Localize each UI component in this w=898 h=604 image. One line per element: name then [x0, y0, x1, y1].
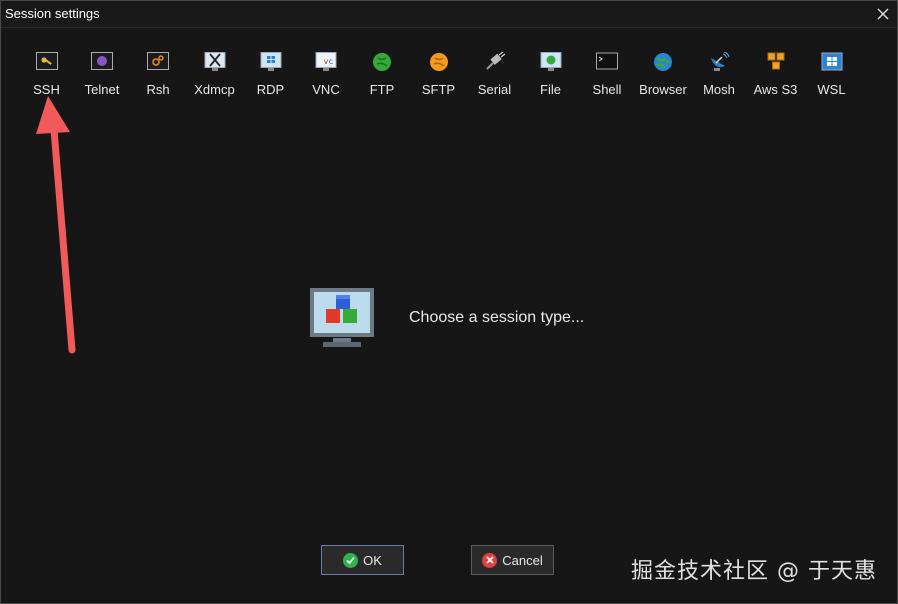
session-type-file[interactable]: File	[522, 51, 579, 101]
telnet-icon	[91, 52, 113, 72]
satellite-dish-icon	[708, 52, 730, 72]
session-type-telnet[interactable]: Telnet	[74, 51, 130, 101]
cancel-label: Cancel	[502, 552, 543, 568]
browser-globe-icon	[652, 52, 674, 72]
session-type-rsh[interactable]: Rsh	[130, 51, 186, 101]
session-type-ftp[interactable]: FTP	[354, 51, 410, 101]
session-type-xdmcp[interactable]: Xdmcp	[186, 51, 243, 101]
rsh-icon	[147, 52, 169, 72]
session-type-sftp[interactable]: SFTP	[410, 51, 467, 101]
cancel-x-icon	[482, 552, 498, 568]
aws-cubes-icon	[765, 52, 787, 72]
session-settings-dialog: Session settings SSH Telnet Rsh Xdmcp RD…	[0, 0, 898, 604]
cancel-button[interactable]: Cancel	[471, 545, 554, 575]
svg-text:c: c	[329, 57, 333, 66]
close-button[interactable]	[871, 3, 895, 25]
session-type-ssh[interactable]: SSH	[19, 51, 74, 101]
shell-terminal-icon	[596, 52, 618, 72]
ftp-globe-icon	[371, 52, 393, 72]
session-type-toolbar: SSH Telnet Rsh Xdmcp RDP v c VNC FTP SFT…	[19, 51, 859, 101]
check-icon	[343, 552, 359, 568]
window-title: Session settings	[5, 6, 100, 21]
serial-plug-icon	[484, 52, 506, 72]
session-cubes-monitor-icon	[310, 288, 374, 347]
x-display-icon	[204, 52, 226, 72]
session-type-shell[interactable]: Shell	[579, 51, 635, 101]
session-type-aws-s3[interactable]: Aws S3	[747, 51, 804, 101]
ok-button[interactable]: OK	[321, 545, 404, 575]
key-icon	[35, 52, 58, 72]
session-type-vnc[interactable]: vc VNC	[298, 51, 354, 101]
sftp-globe-icon	[428, 52, 450, 72]
session-type-browser[interactable]: Browser	[635, 51, 691, 101]
session-type-wsl[interactable]: WSL	[804, 51, 859, 101]
title-bar: Session settings	[1, 1, 897, 28]
choose-session-prompt: Choose a session type...	[409, 309, 585, 326]
windows-icon	[821, 52, 843, 72]
rdp-monitor-icon	[260, 52, 282, 72]
session-prompt-area: Choose a session type...	[309, 287, 584, 349]
session-type-mosh[interactable]: Mosh	[691, 51, 747, 101]
vnc-icon: vc	[315, 52, 337, 72]
session-type-rdp[interactable]: RDP	[243, 51, 298, 101]
close-icon	[877, 8, 889, 20]
session-type-serial[interactable]: Serial	[467, 51, 522, 101]
file-monitor-icon	[540, 52, 562, 72]
watermark: 掘金技术社区 @ 于天惠	[631, 559, 877, 584]
ok-label: OK	[363, 552, 382, 568]
